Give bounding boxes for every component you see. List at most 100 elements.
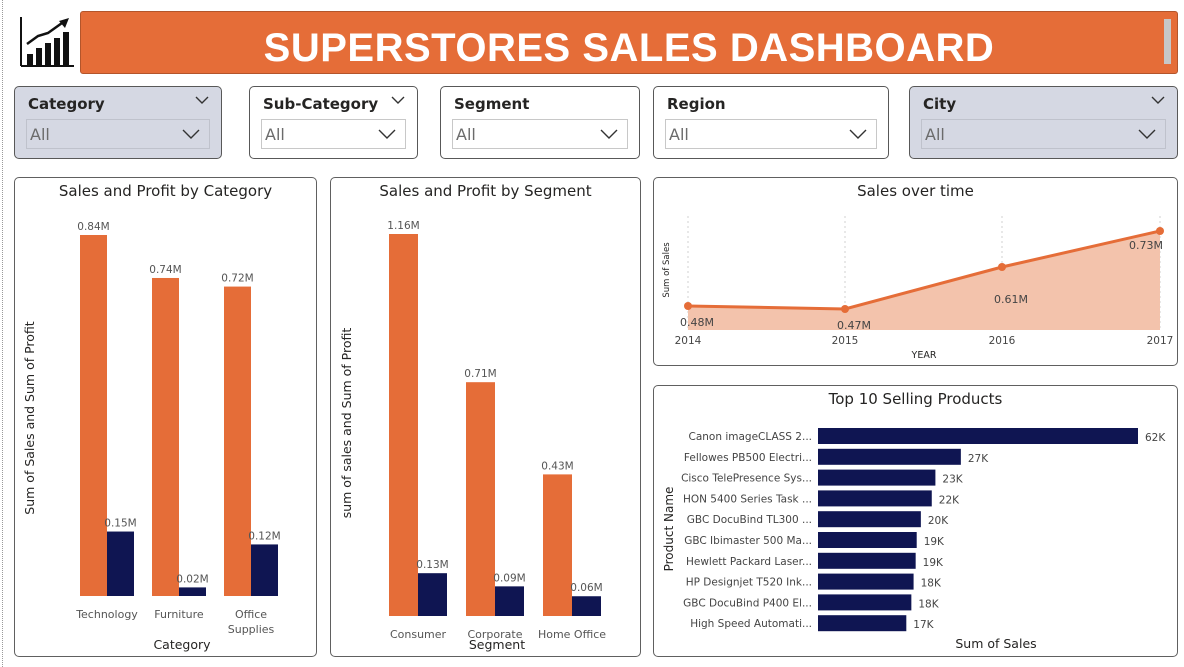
slicer-value: All	[30, 125, 50, 144]
data-point	[684, 302, 692, 310]
product-bar	[818, 490, 932, 507]
product-bar	[818, 594, 912, 611]
profit-bar	[572, 596, 601, 616]
segment-chart-panel: Sales and Profit by Segment 1.16M 0.13M Co…	[330, 177, 641, 657]
x-tick-label: Technology	[75, 608, 138, 621]
slicer-label: Region	[667, 95, 726, 113]
segment-dropdown[interactable]: All	[452, 119, 628, 149]
profit-bar	[495, 586, 524, 616]
x-axis-title: Sum of Sales	[955, 636, 1036, 651]
sales-bar	[80, 235, 107, 596]
chevron-down-icon[interactable]	[195, 96, 209, 104]
chevron-down-icon[interactable]	[600, 129, 618, 139]
x-axis-title: YEAR	[911, 350, 937, 361]
y-tick-label: Hewlett Packard Laser...	[686, 556, 812, 568]
y-tick-label: HP Designjet T520 Ink...	[686, 577, 812, 589]
x-tick-label: 2016	[989, 335, 1016, 347]
x-tick-label: Consumer	[390, 628, 447, 641]
data-label: 0.13M	[416, 559, 448, 571]
data-label: 62K	[1145, 432, 1166, 444]
category-chart-panel: Sales and Profit by Category 0.84M 0.15M T…	[14, 177, 317, 657]
x-tick-label: 2014	[675, 335, 702, 347]
slicer-label: Sub-Category	[263, 95, 379, 113]
data-label: 19K	[923, 557, 944, 569]
data-point	[998, 263, 1006, 271]
y-tick-label: GBC DocuBind P400 El...	[683, 597, 812, 609]
y-axis-title: Sum of Sales and Sum of Profit	[22, 321, 37, 514]
slicer-value: All	[265, 125, 285, 144]
data-label: 0.74M	[149, 264, 181, 276]
y-tick-label: GBC DocuBind TL300 ...	[687, 514, 812, 526]
chevron-down-icon[interactable]	[1151, 96, 1165, 104]
slicer-value: All	[669, 125, 689, 144]
sales-area-chart: 0.48M 2014 0.47M 2015 0.61M 2016 0.73M 2017 YEAR…	[662, 216, 1173, 361]
data-label: 0.06M	[570, 582, 602, 594]
category-slicer[interactable]: Category All	[14, 86, 222, 159]
data-label: 0.84M	[77, 221, 109, 233]
profit-bar	[107, 531, 134, 596]
product-bar	[818, 532, 917, 548]
x-tick-label: Supplies	[228, 623, 275, 636]
data-label: 1.16M	[387, 220, 419, 232]
data-label: 0.43M	[541, 460, 573, 472]
segment-slicer[interactable]: Segment All	[440, 86, 640, 159]
sales-bar	[466, 382, 495, 616]
data-label: 17K	[913, 619, 934, 631]
data-label: 20K	[928, 515, 949, 527]
data-label: 0.47M	[837, 319, 871, 332]
profit-bar	[179, 587, 206, 596]
top-products-panel: Top 10 Selling Products 62K Canon imageCL…	[653, 385, 1178, 657]
data-label: 18K	[921, 578, 942, 590]
chevron-down-icon[interactable]	[182, 129, 200, 139]
y-tick-label: GBC Ibimaster 500 Ma...	[684, 535, 812, 547]
y-tick-label: Canon imageCLASS 2...	[688, 431, 812, 443]
data-label: 19K	[924, 536, 945, 548]
data-label: 0.09M	[493, 572, 525, 584]
data-label: 0.61M	[994, 293, 1028, 306]
chevron-down-icon[interactable]	[391, 96, 405, 104]
x-axis-title: Segment	[469, 637, 525, 652]
sales-bar	[543, 474, 572, 616]
slicer-label: Segment	[454, 95, 530, 113]
y-axis-title: sum of sales and Sum of Profit	[339, 328, 354, 519]
data-point	[1156, 227, 1164, 235]
y-tick-label: HON 5400 Series Task ...	[683, 493, 812, 505]
y-tick-label: Cisco TelePresence Sys...	[681, 473, 812, 485]
data-label: 0.71M	[464, 368, 496, 380]
product-bar	[818, 573, 914, 590]
data-label: 27K	[968, 453, 989, 465]
y-axis-title: Sum of Sales	[662, 242, 672, 298]
dashboard-title: SUPERSTORES SALES DASHBOARD	[263, 26, 995, 70]
data-label: 0.73M	[1129, 239, 1163, 252]
city-slicer[interactable]: City All	[909, 86, 1178, 159]
slicer-label: Category	[28, 95, 105, 113]
profit-bar	[251, 544, 278, 596]
title-banner: SUPERSTORES SALES DASHBOARD	[80, 11, 1178, 74]
data-label: 0.48M	[680, 316, 714, 329]
chevron-down-icon[interactable]	[849, 129, 867, 139]
sales-bar	[224, 286, 251, 596]
product-bar	[818, 552, 916, 569]
y-tick-label: Fellowes PB500 Electri...	[684, 452, 812, 464]
sales-over-time-panel: Sales over time 0.48M 2014 0.47M 2015 0.61M 2…	[653, 177, 1178, 366]
region-slicer[interactable]: Region All	[653, 86, 889, 159]
region-dropdown[interactable]: All	[665, 119, 877, 149]
data-label: 0.15M	[104, 518, 136, 530]
category-bar-chart: 0.84M 0.15M Technology 0.74M 0.02M Furniture 0…	[22, 221, 281, 652]
category-dropdown[interactable]: All	[26, 119, 210, 149]
data-label: 18K	[918, 598, 939, 610]
chevron-down-icon[interactable]	[378, 129, 396, 139]
data-label: 22K	[939, 494, 960, 506]
x-tick-label: Home Office	[538, 628, 606, 641]
x-axis-title: Category	[153, 637, 211, 652]
sales-bar	[152, 277, 179, 596]
data-point	[841, 305, 849, 313]
sub-category-slicer[interactable]: Sub-Category All	[249, 86, 418, 159]
product-bar	[818, 615, 907, 632]
city-dropdown[interactable]: All	[921, 119, 1166, 149]
profit-bar	[418, 573, 447, 616]
y-tick-label: High Speed Automati...	[690, 618, 812, 630]
product-bar	[818, 448, 961, 465]
chevron-down-icon[interactable]	[1138, 129, 1156, 139]
sub-category-dropdown[interactable]: All	[261, 119, 406, 149]
